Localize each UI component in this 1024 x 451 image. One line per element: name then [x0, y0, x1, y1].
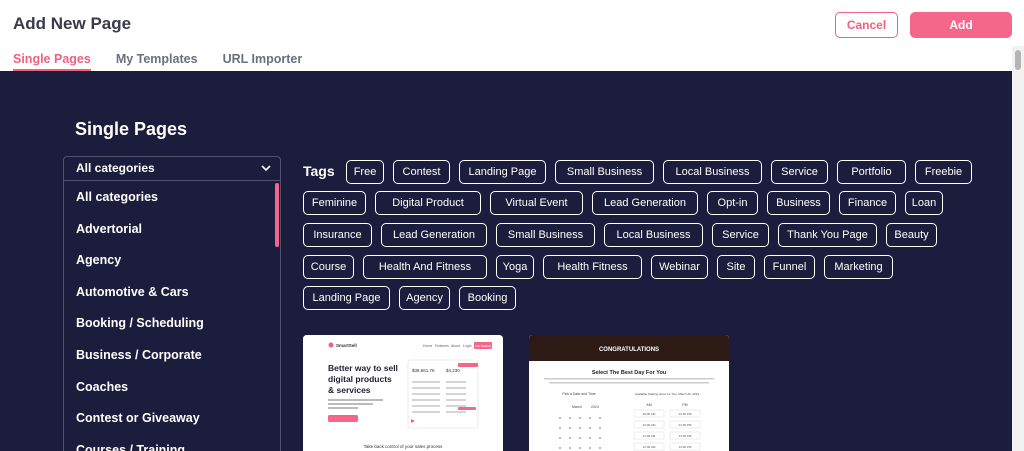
thumb-nav-2: Features	[435, 344, 449, 348]
tag-chip[interactable]: Insurance	[303, 223, 372, 247]
tag-chip[interactable]: Booking	[459, 286, 516, 310]
tab-bar: Single Pages My Templates URL Importer	[13, 52, 327, 71]
tag-chip[interactable]: Virtual Event	[490, 191, 583, 215]
tag-chip[interactable]: Finance	[839, 191, 896, 215]
tag-chip[interactable]: Health And Fitness	[363, 255, 487, 279]
thumb-headline-3: & services	[328, 385, 371, 395]
thumb-pm-time-4: 14:00 PM	[679, 445, 692, 449]
tag-chip[interactable]: Free	[346, 160, 384, 184]
tab-url-importer[interactable]: URL Importer	[223, 52, 303, 71]
dialog-header: Add New Page Cancel Add Single Pages My …	[0, 0, 1024, 72]
thumb-nav-cta: Get Started	[475, 344, 491, 348]
category-item[interactable]: Agency	[64, 244, 280, 276]
tag-chip[interactable]: Digital Product	[375, 191, 481, 215]
template-thumbnail-booking[interactable]: CONGRATULATIONS Select The Best Day For …	[529, 335, 729, 451]
category-select-value: All categories	[76, 161, 155, 175]
tag-chip[interactable]: Feminine	[303, 191, 366, 215]
category-item[interactable]: Coaches	[64, 371, 280, 403]
thumb-booking-heading: Select The Best Day For You	[592, 370, 666, 376]
section-title: Single Pages	[75, 119, 188, 139]
page-scrollbar[interactable]	[1012, 46, 1024, 451]
tag-chip[interactable]: Small Business	[555, 160, 654, 184]
category-panel: All categories All categories Advertorial…	[63, 156, 281, 451]
tag-chip[interactable]: Agency	[399, 286, 450, 310]
thumb-booking-am: AM	[646, 403, 651, 407]
thumb-pm-time-1: 12:00 PM	[679, 412, 692, 416]
tag-chip[interactable]: Landing Page	[459, 160, 546, 184]
add-button[interactable]: Add	[910, 12, 1012, 38]
thumb-booking-left-label: Pick a Date and Time	[562, 392, 595, 396]
category-item[interactable]: Courses / Training	[64, 434, 280, 451]
tag-chip[interactable]: Loan	[905, 191, 943, 215]
template-preview-booking: CONGRATULATIONS Select The Best Day For …	[529, 335, 729, 451]
category-scrollbar-thumb[interactable]	[275, 183, 279, 247]
tag-chip[interactable]: Service	[771, 160, 828, 184]
thumb-booking-pm: PM	[682, 403, 687, 407]
tag-chip[interactable]: Freebie	[915, 160, 972, 184]
thumb-footer: Take back control of your sales process	[364, 444, 444, 449]
category-item[interactable]: All categories	[64, 181, 280, 213]
tag-chip[interactable]: Webinar	[651, 255, 708, 279]
page-title: Add New Page	[13, 14, 132, 33]
category-item[interactable]: Business / Corporate	[64, 339, 280, 371]
tag-chip[interactable]: Local Business	[604, 223, 703, 247]
thumb-headline-1: Better way to sell	[328, 363, 398, 373]
thumb-am-time-3: 11:00 AM	[643, 434, 656, 438]
tag-chip[interactable]: Contest	[393, 160, 450, 184]
thumb-headline-2: digital products	[328, 374, 392, 384]
tag-chip[interactable]: Marketing	[824, 255, 893, 279]
thumb-banner: CONGRATULATIONS	[599, 347, 659, 353]
thumb-brand: SmartSell	[336, 343, 357, 348]
thumb-nav-4: Login	[463, 344, 472, 348]
tag-chip[interactable]: Portfolio	[837, 160, 906, 184]
tag-chip[interactable]: Site	[717, 255, 755, 279]
thumb-booking-year: 2024	[591, 405, 599, 409]
category-item[interactable]: Booking / Scheduling	[64, 307, 280, 339]
category-list: All categories Advertorial Agency Automotiv…	[64, 181, 280, 451]
thumb-am-time-1: 09:00 AM	[643, 412, 656, 416]
template-preview-sales: SmartSell Home Features About Login Get …	[303, 335, 503, 451]
tag-chip[interactable]: Lead Generation	[381, 223, 487, 247]
tag-chip[interactable]: Lead Generation	[592, 191, 698, 215]
thumb-stat-b: $4,230	[446, 368, 460, 373]
thumb-pm-time-3: 13:00 PM	[679, 434, 692, 438]
thumb-nav-3: About	[451, 344, 460, 348]
thumb-am-time-2: 10:00 AM	[643, 423, 656, 427]
tags-label: Tags	[303, 163, 335, 179]
thumb-stat-a: $38,661.76	[412, 368, 435, 373]
thumb-am-time-4: 12:00 AM	[643, 445, 656, 449]
tab-my-templates[interactable]: My Templates	[116, 52, 198, 71]
tag-chip[interactable]: Health Fitness	[543, 255, 642, 279]
tag-chip[interactable]: Course	[303, 255, 354, 279]
thumb-nav-1: Home	[423, 344, 432, 348]
thumb-pm-time-2: 01:00 PM	[679, 423, 692, 427]
tag-chip[interactable]: Beauty	[886, 223, 937, 247]
chevron-down-icon	[261, 165, 271, 172]
category-item[interactable]: Advertorial	[64, 213, 280, 245]
tag-chip[interactable]: Landing Page	[303, 286, 390, 310]
tag-chip[interactable]: Local Business	[663, 160, 762, 184]
thumb-booking-month: March	[572, 405, 582, 409]
category-item[interactable]: Automotive & Cars	[64, 276, 280, 308]
page-scrollbar-thumb[interactable]	[1015, 50, 1021, 70]
category-item[interactable]: Contest or Giveaway	[64, 402, 280, 434]
templates-panel: Single Pages All categories All categori…	[0, 71, 1012, 451]
tag-chip[interactable]: Yoga	[496, 255, 534, 279]
tag-chip[interactable]: Service	[712, 223, 769, 247]
tag-chip[interactable]: Thank You Page	[778, 223, 877, 247]
template-thumbnail-sales[interactable]: SmartSell Home Features About Login Get …	[303, 335, 503, 451]
tab-single-pages[interactable]: Single Pages	[13, 52, 91, 71]
tag-chip[interactable]: Business	[767, 191, 830, 215]
tag-chip[interactable]: Small Business	[496, 223, 595, 247]
cancel-button[interactable]: Cancel	[835, 12, 898, 38]
thumb-booking-right-label: Available Starting times for Thu, March …	[635, 392, 699, 396]
tag-chip[interactable]: Opt-in	[707, 191, 758, 215]
tag-chip[interactable]: Funnel	[764, 255, 815, 279]
category-select[interactable]: All categories	[64, 157, 280, 181]
